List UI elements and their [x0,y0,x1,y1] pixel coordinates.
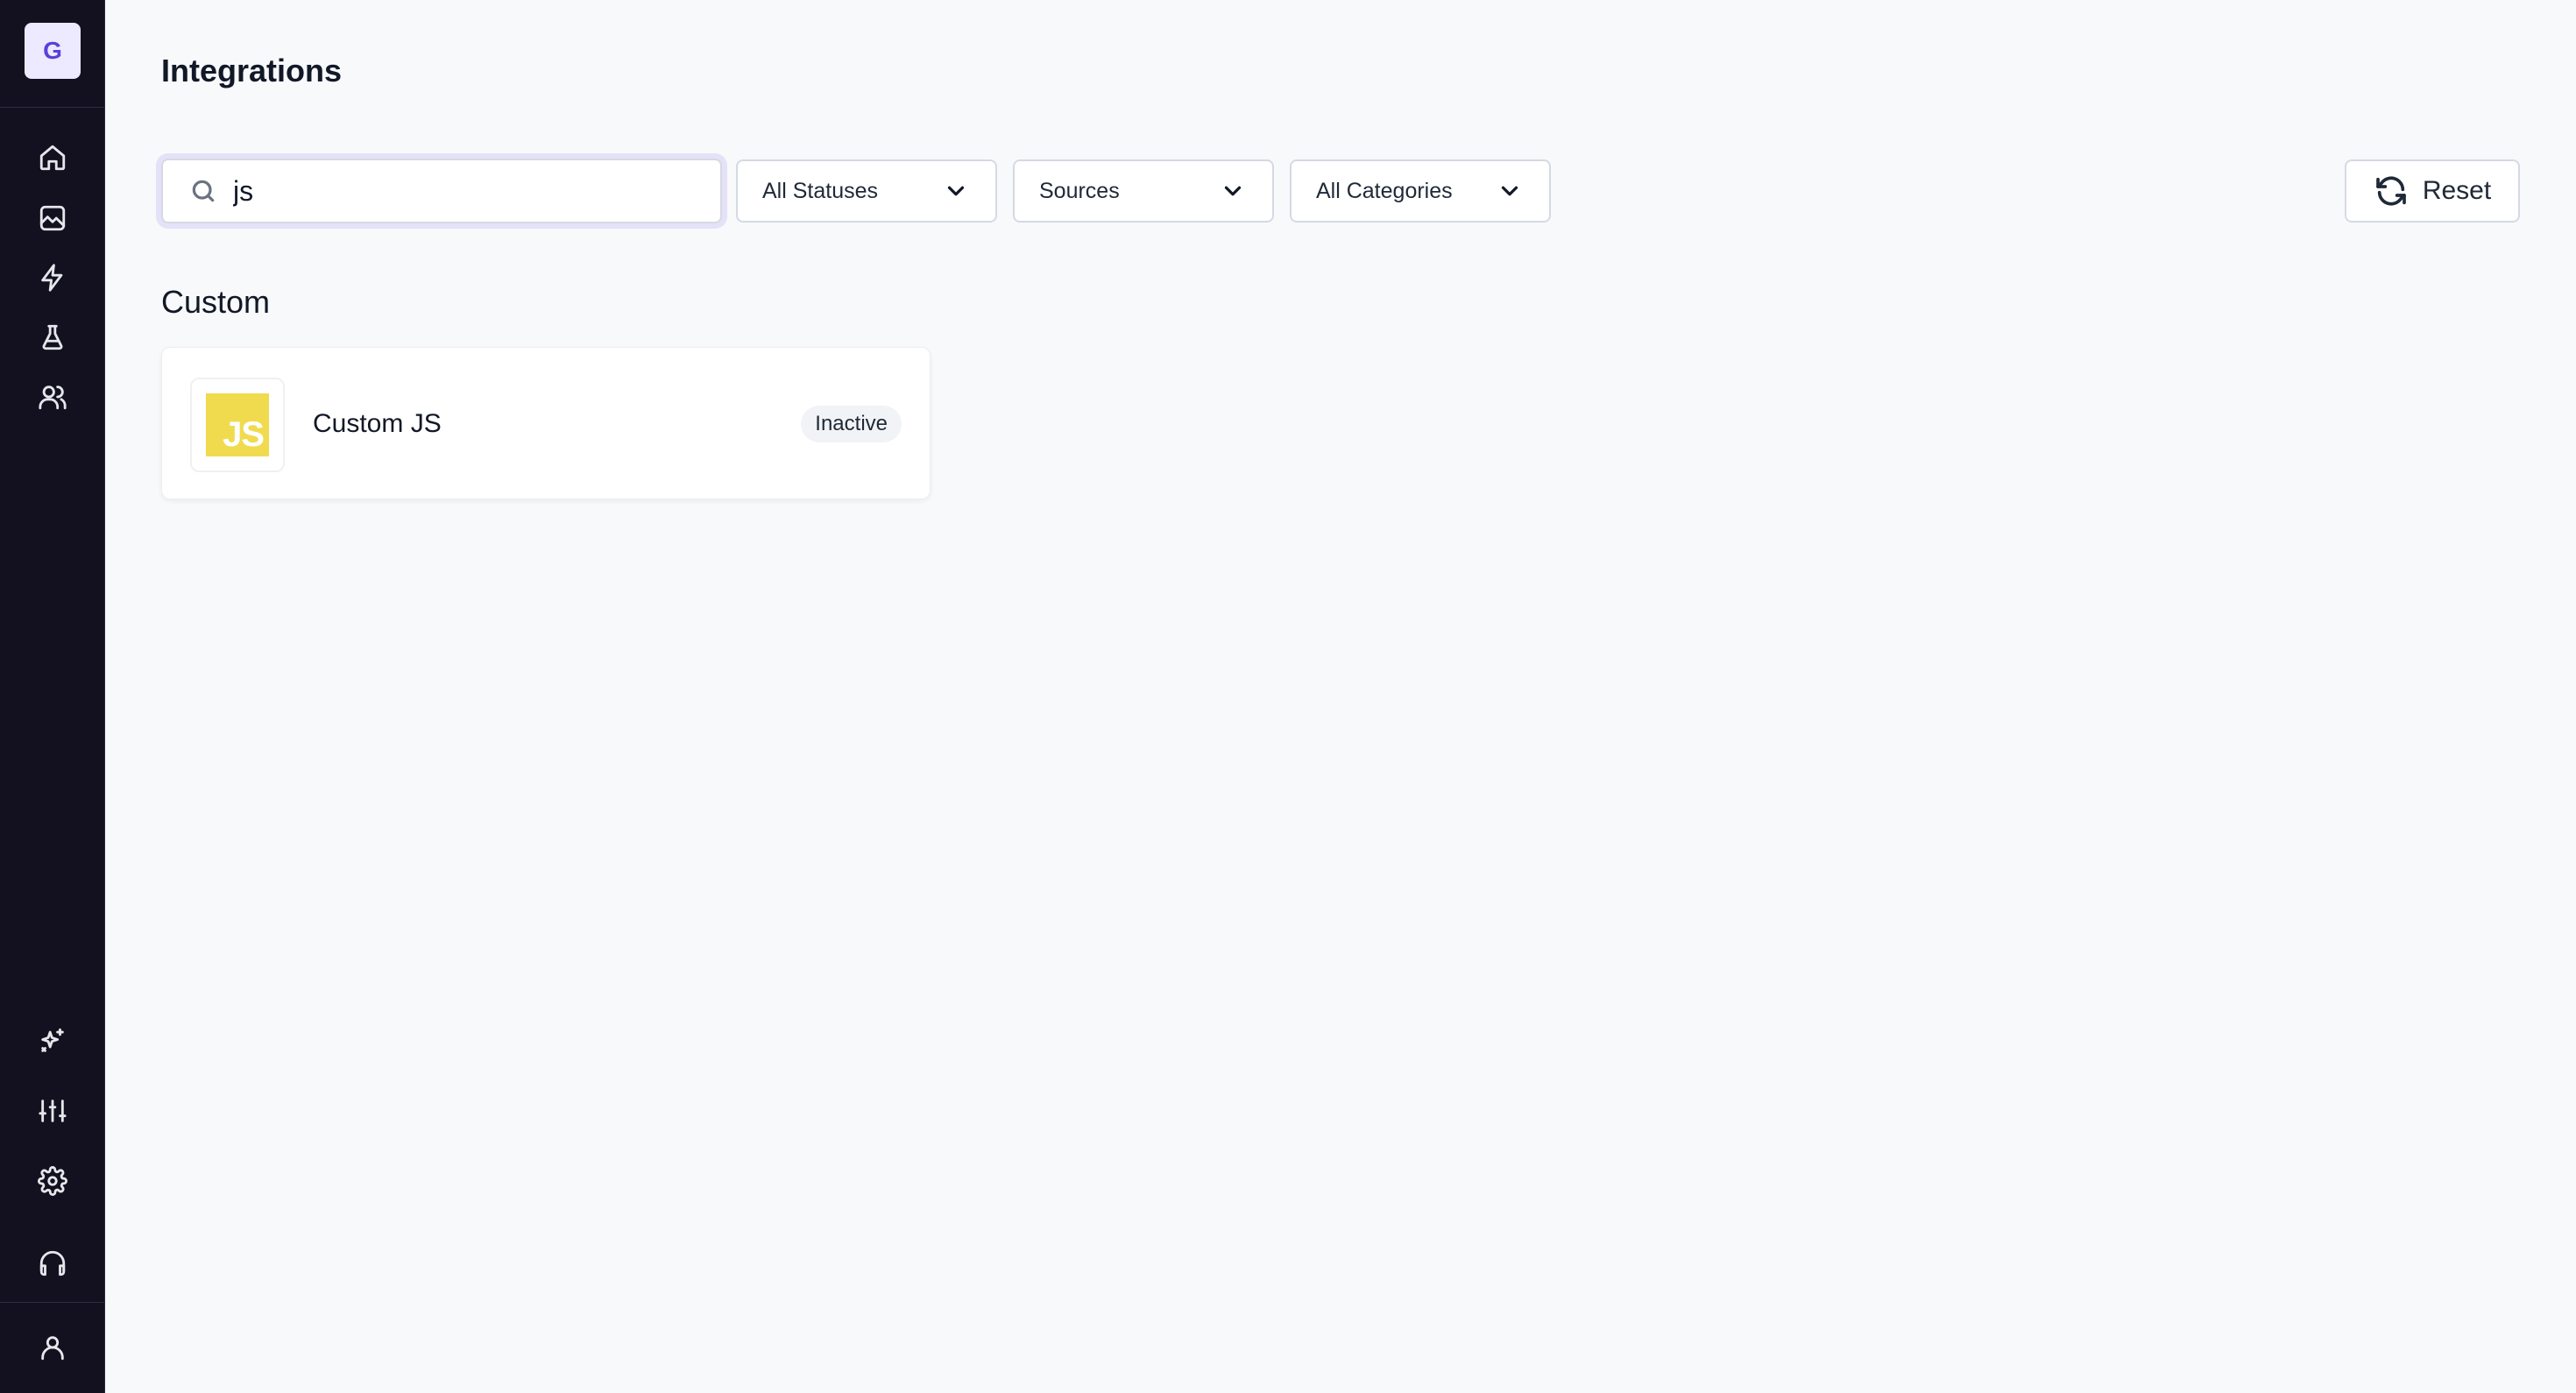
gear-icon[interactable] [35,1163,70,1199]
sidebar-divider [0,1302,105,1303]
reset-button-label: Reset [2422,176,2492,205]
app-root: G Integrations js All Statuses Sources A… [0,0,2576,1393]
sources-select-label: Sources [1039,178,1120,203]
page-title: Integrations [161,53,343,88]
sparkles-icon[interactable] [35,1023,70,1058]
lightning-icon[interactable] [35,260,70,295]
javascript-logo-icon: JS [206,393,269,456]
headphones-icon[interactable] [35,1246,70,1281]
analytics-icon[interactable] [35,201,70,236]
flask-icon[interactable] [35,320,70,355]
section-title-custom: Custom [161,284,271,320]
categories-select-label: All Categories [1316,178,1453,203]
chevron-down-icon [947,186,965,196]
search-icon [189,176,219,206]
status-badge: Inactive [801,406,902,442]
sidebar: G [0,0,105,1393]
integration-name: Custom JS [313,409,442,438]
logo-text: JS [223,415,265,454]
search-box[interactable] [161,159,722,223]
status-select[interactable]: All Statuses [736,159,997,223]
sliders-icon[interactable] [35,1093,70,1128]
user-icon[interactable] [35,1330,70,1365]
main-content: Integrations All Statuses Sources All Ca… [105,0,2576,1393]
categories-select[interactable]: All Categories [1290,159,1551,223]
integration-logo: JS [190,378,285,472]
integration-card-custom-js[interactable]: JS Custom JS Inactive [161,347,931,499]
home-icon[interactable] [35,140,70,175]
refresh-icon [2375,176,2406,206]
workspace-avatar[interactable]: G [25,23,81,79]
search-input[interactable] [233,165,720,217]
sources-select[interactable]: Sources [1013,159,1274,223]
chevron-down-icon [1224,186,1242,196]
users-icon[interactable] [35,379,70,414]
sidebar-divider [0,107,105,108]
chevron-down-icon [1501,186,1518,196]
reset-button[interactable]: Reset [2345,159,2520,223]
status-select-label: All Statuses [762,178,879,203]
